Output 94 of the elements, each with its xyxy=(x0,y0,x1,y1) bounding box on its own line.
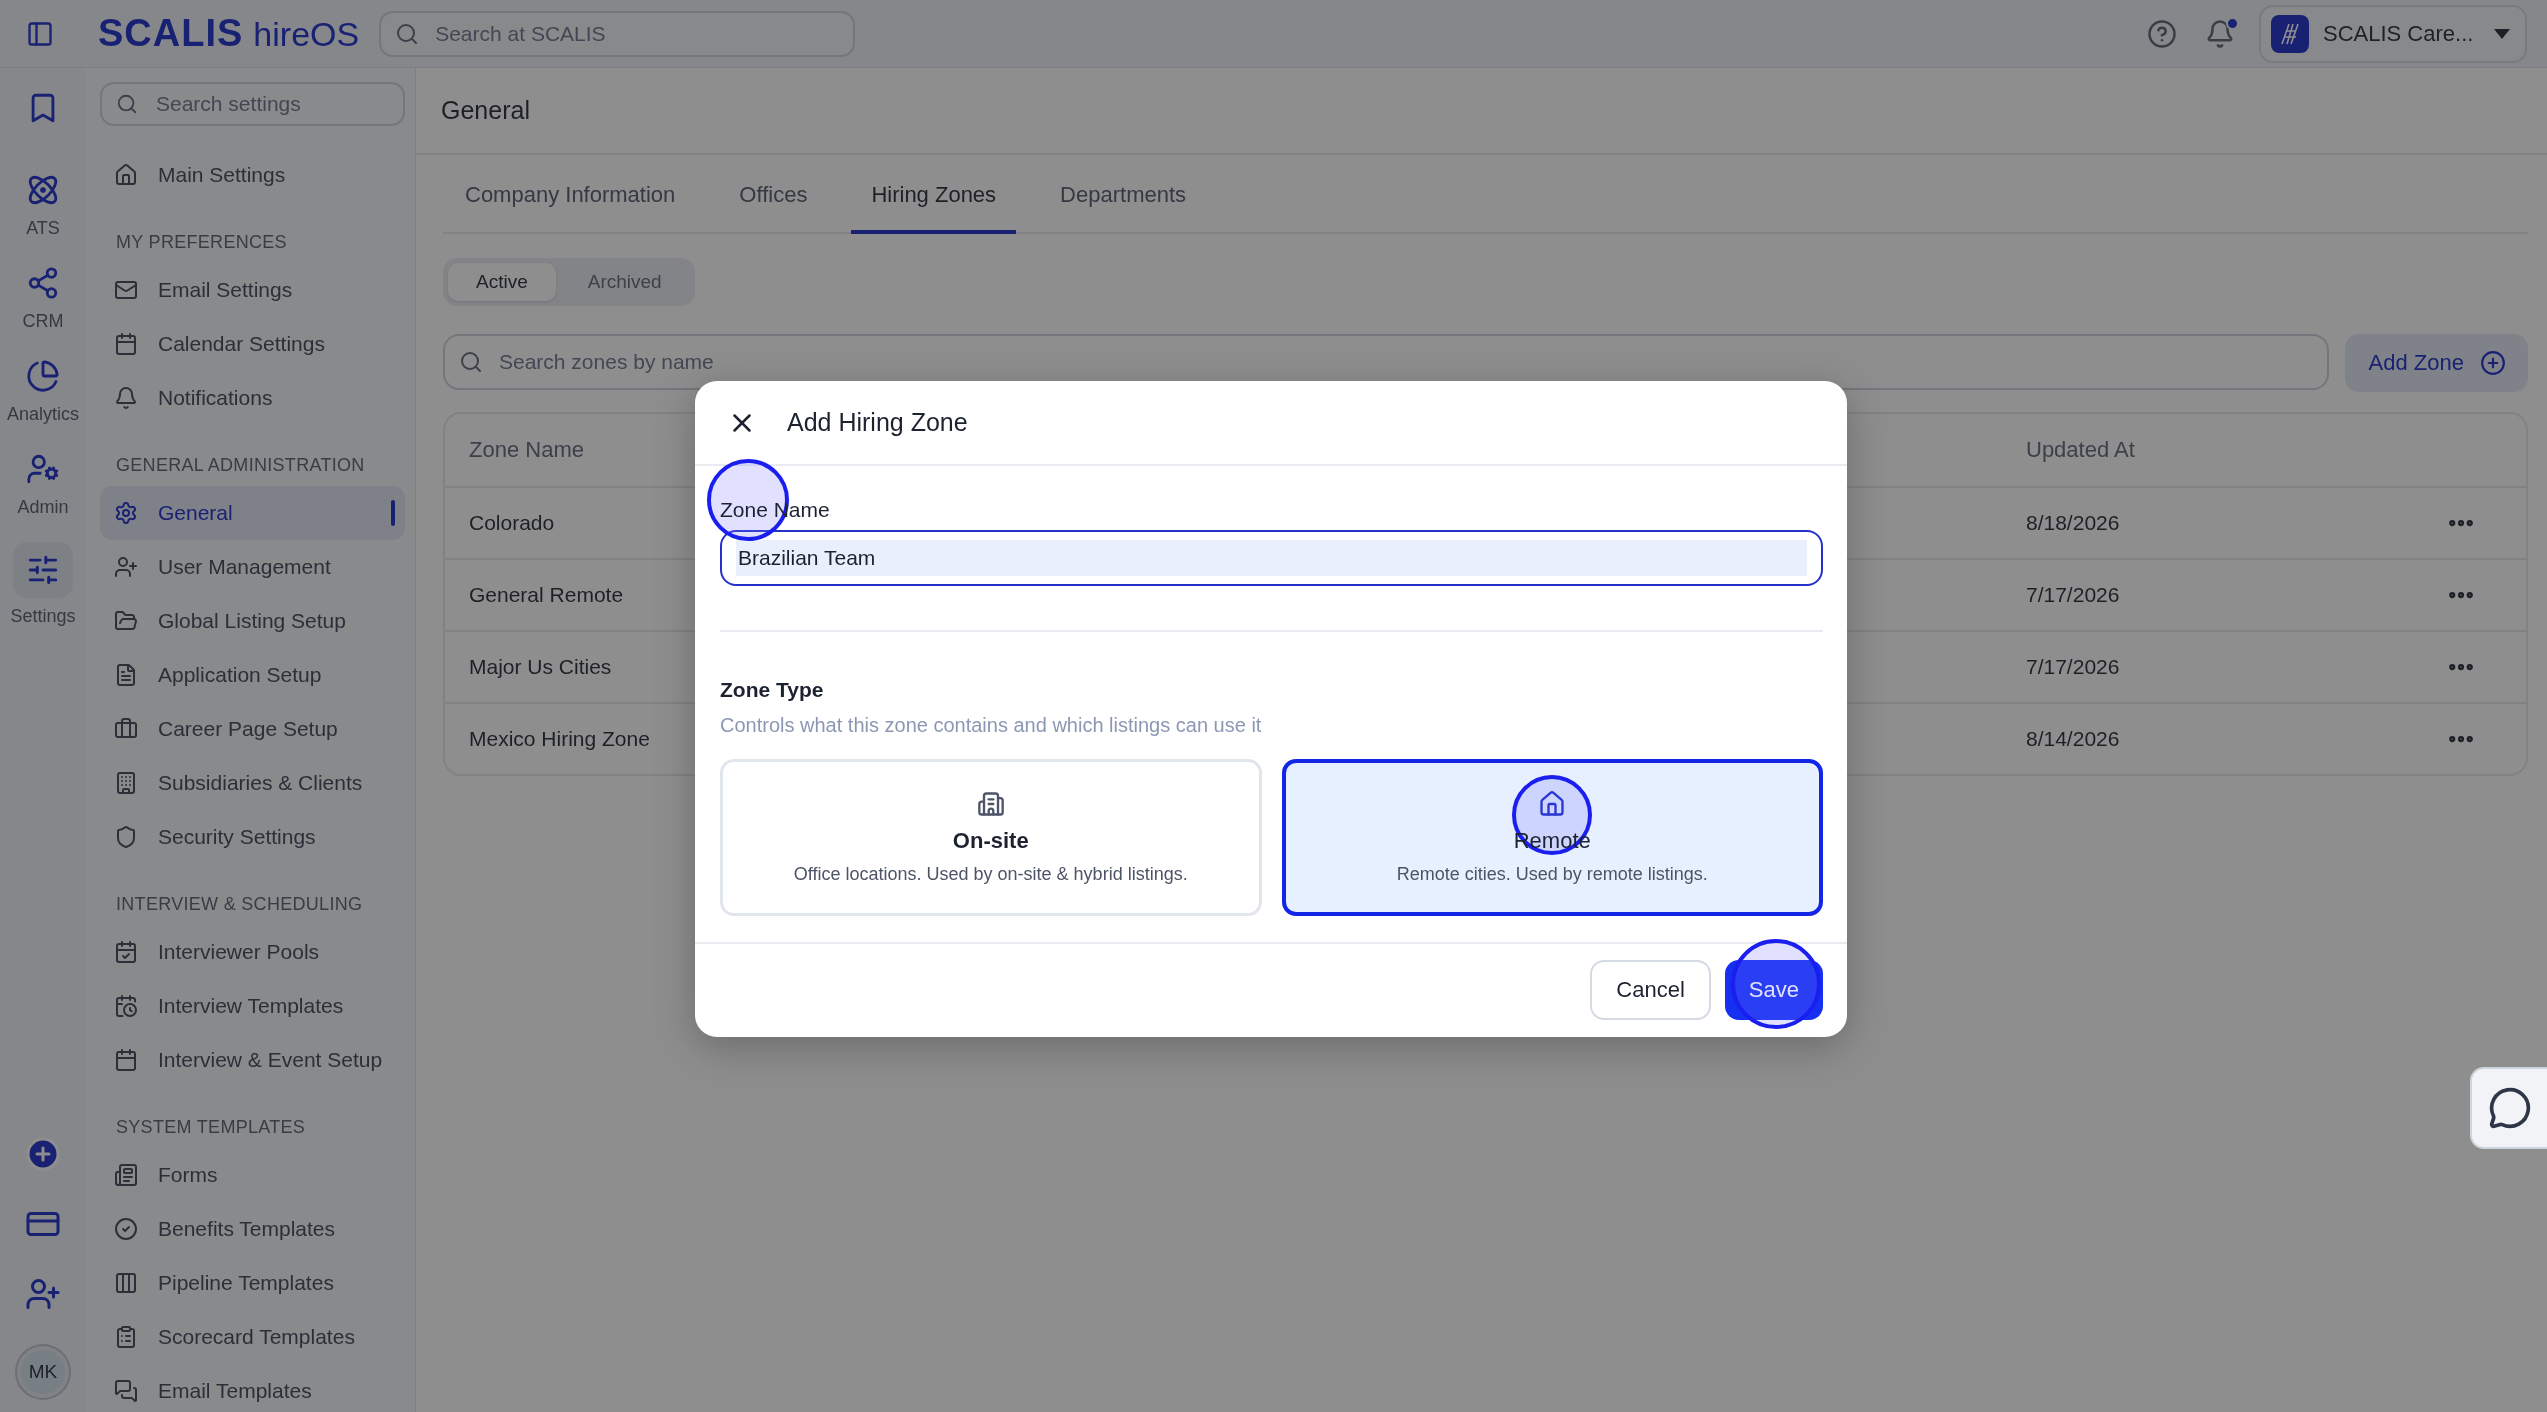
house-icon xyxy=(1538,790,1567,818)
tab[interactable]: Offices xyxy=(719,159,828,234)
section-title: SYSTEM TEMPLATES xyxy=(115,1116,307,1139)
section-title: MY PREFERENCES xyxy=(115,231,288,254)
nav-item[interactable]: Interviewer Pools xyxy=(100,925,405,979)
rail-item[interactable]: ATS xyxy=(0,160,86,249)
table-cell: General Remote xyxy=(469,583,624,607)
section-title: INTERVIEW & SCHEDULING xyxy=(115,893,364,916)
nav-item[interactable]: Interview Templates xyxy=(100,979,405,1033)
add-icon[interactable] xyxy=(25,1136,61,1172)
mail-icon xyxy=(114,278,138,302)
column-header: Zone Name xyxy=(469,437,584,463)
search-field[interactable]: Search settings xyxy=(100,82,405,126)
pie-chart-icon xyxy=(26,359,60,393)
add-zone-button[interactable]: Add Zone xyxy=(2344,334,2528,392)
rail-item[interactable]: CRM xyxy=(0,253,86,342)
nodes-icon xyxy=(26,266,60,300)
nav-item[interactable]: Benefits Templates xyxy=(100,1202,405,1256)
cancel-button[interactable]: Cancel xyxy=(1590,960,1711,1020)
calendar-icon xyxy=(114,332,138,356)
nav-item[interactable]: Calendar Settings xyxy=(100,317,405,371)
user-plus-icon[interactable] xyxy=(25,1276,61,1312)
nav-item[interactable]: General xyxy=(100,486,405,540)
account-switcher[interactable]: SCALIS Care... xyxy=(2259,4,2527,63)
section-title: GENERAL ADMINISTRATION xyxy=(115,454,366,477)
document-icon xyxy=(114,663,138,687)
nav-item[interactable]: Interview & Event Setup xyxy=(100,1033,405,1087)
folder-icon xyxy=(114,609,138,633)
building-icon xyxy=(976,790,1005,818)
calendar-check-icon xyxy=(114,940,138,964)
caret-icon xyxy=(2493,27,2511,40)
calendar-clock-icon xyxy=(114,994,138,1018)
check-circle-icon xyxy=(114,1217,138,1241)
nav-item[interactable]: Email Settings xyxy=(100,263,405,317)
nav-item[interactable]: Subsidiaries & Clients xyxy=(100,756,405,810)
table-cell: Major Us Cities xyxy=(469,655,612,679)
gear-icon xyxy=(114,501,138,525)
zone-type-option[interactable]: On-site Office locations. Used by on-site & hybrid listings. xyxy=(720,759,1262,916)
tab[interactable]: Hiring Zones xyxy=(851,159,1017,234)
table-cell: Colorado xyxy=(469,511,555,535)
user-plus-icon xyxy=(114,555,138,579)
nav-item[interactable]: Security Settings xyxy=(100,810,405,864)
rail-item[interactable]: Admin xyxy=(0,439,86,528)
nav-item[interactable]: Notifications xyxy=(100,371,405,425)
shield-icon xyxy=(114,825,138,849)
nav-item[interactable]: Career Page Setup xyxy=(100,702,405,756)
nav-item[interactable]: Main Settings xyxy=(100,148,405,202)
nav-item[interactable]: Application Setup xyxy=(100,648,405,702)
nav-item[interactable]: User Management xyxy=(100,540,405,594)
table-cell: 7/17/2026 xyxy=(2026,583,2120,607)
nav-item[interactable]: Pipeline Templates xyxy=(100,1256,405,1310)
chat-icon xyxy=(114,1379,138,1403)
user-gear-icon xyxy=(26,452,60,486)
rail-item[interactable]: Analytics xyxy=(0,346,86,435)
column-header: Updated At xyxy=(2026,437,2135,463)
search-field[interactable]: Search at SCALIS xyxy=(379,10,856,57)
table-cell: 8/18/2026 xyxy=(2026,511,2120,535)
logo: SCALIS hireOS xyxy=(98,12,360,55)
filter-tab[interactable]: Archived xyxy=(559,263,690,301)
search-icon xyxy=(395,21,420,46)
nav-item[interactable]: Scorecard Templates xyxy=(100,1310,405,1364)
input-field[interactable]: Brazilian Team xyxy=(720,530,1823,586)
filter-tab[interactable]: Active xyxy=(448,263,556,301)
nav-item[interactable]: Forms xyxy=(100,1148,405,1202)
building-icon xyxy=(114,771,138,795)
rail-item[interactable]: Settings xyxy=(0,532,86,637)
table-cell: Mexico Hiring Zone xyxy=(469,727,650,751)
atom-icon xyxy=(26,173,60,207)
table-cell: 7/17/2026 xyxy=(2026,655,2120,679)
page-title: General xyxy=(441,96,530,125)
chat-icon[interactable] xyxy=(2470,1067,2547,1149)
section-heading: Zone Type xyxy=(720,678,824,702)
save-button[interactable]: Save xyxy=(1724,960,1823,1020)
nav-item[interactable]: Email Templates xyxy=(100,1364,405,1412)
plus-circle-icon xyxy=(2480,350,2506,376)
user-avatar[interactable]: MK xyxy=(17,1346,69,1398)
bell-icon xyxy=(114,386,138,410)
dialog-title: Add Hiring Zone xyxy=(787,408,968,437)
nav-item[interactable]: Global Listing Setup xyxy=(100,594,405,648)
search-icon xyxy=(459,350,483,374)
tab[interactable]: Departments xyxy=(1040,159,1207,234)
sliders-icon xyxy=(26,553,60,587)
search-icon xyxy=(116,93,138,115)
table-cell: 8/14/2026 xyxy=(2026,727,2120,751)
form-icon xyxy=(114,1163,138,1187)
company-logo-icon xyxy=(2271,14,2309,53)
search-field[interactable]: Search zones by name xyxy=(443,334,2329,390)
section-description: Controls what this zone contains and which listings can use it xyxy=(720,714,1262,737)
briefcase-icon xyxy=(114,717,138,741)
calendar-icon xyxy=(114,1048,138,1072)
clipboard-icon xyxy=(114,1325,138,1349)
home-icon xyxy=(114,163,138,187)
columns-icon xyxy=(114,1271,138,1295)
tab[interactable]: Company Information xyxy=(445,159,696,234)
